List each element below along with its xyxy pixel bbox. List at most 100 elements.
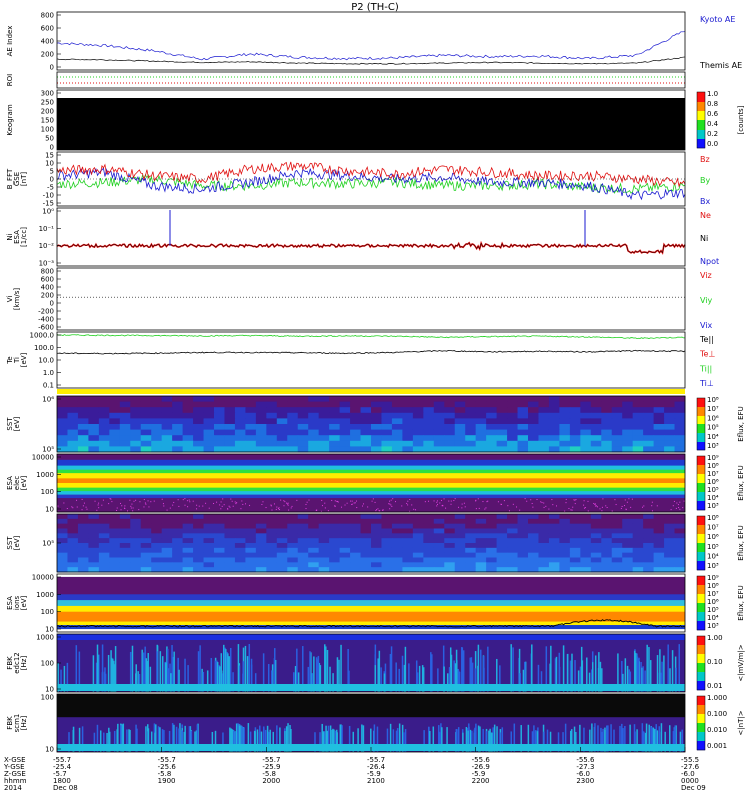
spectrogram-cell (193, 538, 205, 544)
spectrogram-cell (381, 446, 393, 453)
spectrogram-cell (632, 407, 644, 414)
spectrogram-cell (402, 518, 414, 525)
keogram-gap (57, 90, 685, 98)
spectrogram-cell (140, 429, 152, 436)
noise-dot (574, 503, 576, 505)
spectrogram-cell (214, 552, 225, 558)
spectrogram-cell (130, 401, 142, 408)
spectrogram-cell (528, 557, 539, 563)
spectrogram-cell (496, 523, 508, 529)
spectrogram-cell (88, 538, 100, 544)
spectrogram-cell (245, 518, 257, 525)
noise-dot (166, 509, 168, 511)
spectrogram-cell (109, 547, 121, 554)
spectrogram-cell (590, 543, 602, 549)
noise-dot (475, 499, 477, 501)
spectrogram-cell (528, 523, 539, 529)
spectrogram-cell (590, 401, 602, 408)
spectrogram-cell (412, 552, 424, 558)
spectrogram-cell (496, 557, 508, 563)
spectrogram-cell (57, 552, 68, 558)
noise-dot (273, 503, 275, 505)
spectrogram-cell (653, 412, 665, 419)
spectrogram-cell (674, 440, 686, 447)
colorbar-label: <|nT|> (737, 710, 745, 735)
spectrogram-cell (664, 418, 676, 425)
spectrogram-cell (496, 412, 508, 419)
spectrogram-cell (381, 440, 393, 447)
spectrogram-cell (339, 543, 351, 549)
noise-dot (390, 504, 392, 506)
noise-dot (196, 508, 198, 510)
spectrogram-cell (77, 543, 89, 549)
noise-dot (143, 506, 145, 508)
panel-ylabel: NiESA[1/cc] (6, 227, 28, 247)
spectrogram-cell (517, 396, 529, 403)
spectrogram-cell (130, 514, 142, 520)
spectrogram-cell (119, 562, 131, 568)
ytick-label: 10000 (32, 574, 54, 582)
spectrogram-cell (371, 429, 382, 436)
spectrogram-cell (224, 412, 236, 419)
spectrogram-band (57, 469, 685, 474)
spectrogram-cell (559, 514, 571, 520)
spectrogram-cell (391, 412, 403, 419)
spectrogram-cell (224, 446, 236, 453)
legend-themisae: Themis AE (699, 61, 742, 70)
spectrogram-cell (287, 435, 299, 442)
colorbar-tick: 10⁸ (707, 462, 719, 470)
spectrogram-cell (632, 412, 644, 419)
spectrogram-cell (119, 543, 131, 549)
spectrogram-cell (308, 543, 320, 549)
noise-dot (362, 505, 364, 507)
noise-dot (244, 503, 246, 505)
spectrogram-cell (412, 562, 424, 568)
spectrogram-cell (308, 412, 320, 419)
spectrogram-cell (130, 562, 142, 568)
spectrogram-cell (214, 418, 225, 425)
noise-dot (205, 502, 207, 504)
spectrogram-cell (203, 518, 215, 525)
spectrogram-cell (465, 562, 477, 568)
spectrogram-cell (622, 538, 634, 544)
spectrogram-cell (486, 412, 498, 419)
spectrogram-cell (454, 435, 466, 442)
spectrogram-cell (454, 562, 466, 568)
spectrogram-cell (57, 533, 68, 539)
noise-dot (346, 502, 348, 504)
spectrogram-cell (276, 528, 288, 534)
spectrogram-cell (622, 543, 634, 549)
spectrogram-cell (172, 562, 184, 568)
noise-dot (458, 506, 460, 508)
spectrogram-cell (475, 538, 487, 544)
spectrogram-cell (381, 538, 393, 544)
spectrogram-cell (109, 396, 121, 403)
noise-dot (475, 508, 477, 510)
spectrogram-cell (632, 396, 644, 403)
spectrogram-cell (57, 435, 68, 442)
colorbar-tick: 10⁵ (707, 486, 719, 494)
spectrogram-cell (538, 557, 550, 563)
spectrogram-cell (475, 547, 487, 554)
spectrogram-cell (98, 562, 110, 568)
spectrogram-band (57, 478, 685, 484)
spectrogram-cell (569, 424, 581, 431)
spectrogram-cell (454, 557, 466, 563)
spectrogram-cell (255, 407, 267, 414)
spectrogram-cell (674, 412, 686, 419)
noise-dot (401, 505, 403, 507)
spectrogram-cell (214, 528, 225, 534)
colorbar-tick: 0.2 (707, 130, 718, 138)
noise-dot (532, 506, 534, 508)
spectrogram-cell (611, 429, 623, 436)
noise-dot (587, 500, 589, 502)
spectrogram-cell (622, 429, 634, 436)
summary-plot: P2 (TH-C)AE Index8006004002000Kyoto AETh… (3, 2, 745, 792)
spectrogram-cell (161, 418, 173, 425)
ytick-label: 200 (41, 292, 54, 300)
spectrogram-cell (140, 396, 152, 403)
spectrogram-cell (643, 418, 655, 425)
spectrogram-cell (350, 435, 362, 442)
spectrogram-cell (151, 538, 163, 544)
noise-dot (531, 502, 533, 504)
